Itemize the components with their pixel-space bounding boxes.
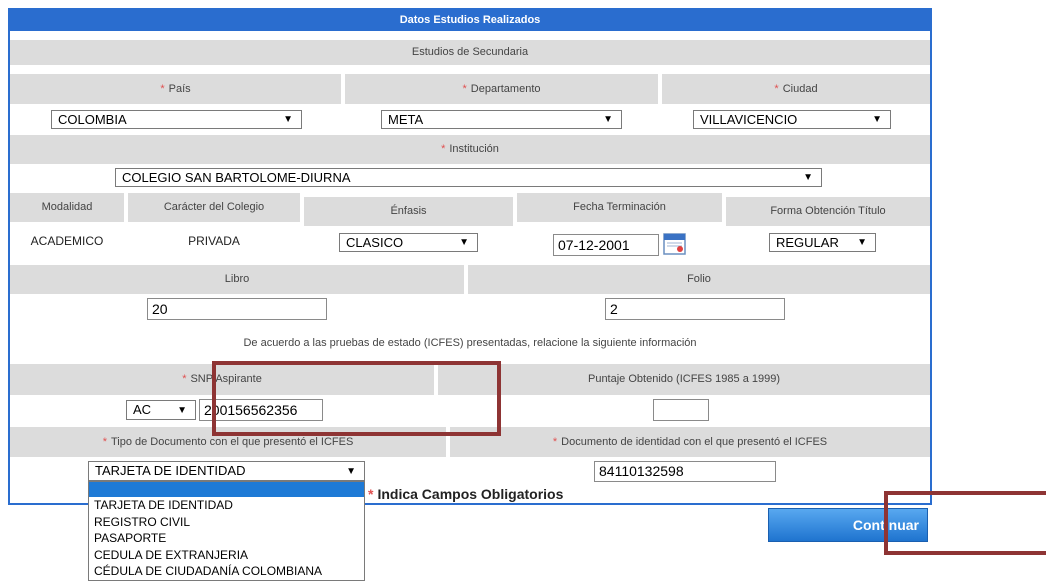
forma-label: Forma Obtención Título — [726, 197, 930, 226]
chevron-down-icon: ▼ — [459, 237, 469, 248]
pais-select[interactable]: COLOMBIA ▼ — [51, 110, 302, 129]
dropdown-option[interactable]: CÉDULA DE CIUDADANÍA COLOMBIANA — [89, 563, 364, 580]
dropdown-option[interactable]: REGISTRO CIVIL — [89, 514, 364, 531]
puntaje-label: Puntaje Obtenido (ICFES 1985 a 1999) — [438, 364, 930, 395]
icfes-note: De acuerdo a las pruebas de estado (ICFE… — [243, 337, 697, 349]
caracter-value: PRIVADA — [188, 234, 240, 248]
folio-input[interactable]: 2 — [605, 298, 785, 320]
enfasis-select[interactable]: CLASICO ▼ — [339, 233, 478, 252]
chevron-down-icon: ▼ — [346, 466, 356, 477]
pais-label: * País — [10, 74, 341, 104]
tipo-documento-select[interactable]: TARJETA DE IDENTIDAD ▼ — [88, 461, 365, 481]
folio-label: Folio — [468, 265, 930, 294]
libro-label: Libro — [10, 265, 464, 294]
ciudad-select[interactable]: VILLAVICENCIO ▼ — [693, 110, 891, 129]
highlight-box-continuar — [884, 491, 1046, 555]
institucion-label: * Institución — [10, 135, 930, 164]
ciudad-label: * Ciudad — [662, 74, 930, 104]
chevron-down-icon: ▼ — [872, 114, 882, 125]
tipo-documento-dropdown: TARJETA DE IDENTIDAD REGISTRO CIVIL PASA… — [88, 481, 365, 581]
fecha-input[interactable]: 07-12-2001 — [553, 234, 659, 256]
enfasis-label: Énfasis — [304, 197, 513, 226]
subsection-title: Estudios de Secundaria — [10, 40, 930, 65]
caracter-label: Carácter del Colegio — [128, 193, 300, 222]
obligatorios-note: * Indica Campos Obligatorios — [368, 486, 564, 502]
modalidad-label: Modalidad — [10, 193, 124, 222]
modalidad-value: ACADEMICO — [30, 234, 104, 248]
highlight-box-snp — [212, 361, 501, 436]
chevron-down-icon: ▼ — [603, 114, 613, 125]
dropdown-option-empty[interactable] — [89, 482, 364, 497]
departamento-select[interactable]: META ▼ — [381, 110, 622, 129]
institucion-select[interactable]: COLEGIO SAN BARTOLOME-DIURNA ▼ — [115, 168, 822, 187]
chevron-down-icon: ▼ — [177, 405, 187, 416]
dropdown-option[interactable]: PASAPORTE — [89, 530, 364, 547]
documento-input[interactable]: 84110132598 — [594, 461, 776, 482]
departamento-label: * Departamento — [345, 74, 658, 104]
chevron-down-icon: ▼ — [803, 172, 813, 183]
chevron-down-icon: ▼ — [857, 237, 867, 248]
snp-prefix-select[interactable]: AC ▼ — [126, 400, 196, 420]
dropdown-option[interactable]: CEDULA DE EXTRANJERIA — [89, 547, 364, 564]
chevron-down-icon: ▼ — [283, 114, 293, 125]
puntaje-input[interactable] — [653, 399, 709, 421]
forma-select[interactable]: REGULAR ▼ — [769, 233, 876, 252]
dropdown-option[interactable]: TARJETA DE IDENTIDAD — [89, 497, 364, 514]
fecha-label: Fecha Terminación — [517, 193, 722, 222]
calendar-icon[interactable] — [663, 232, 687, 256]
libro-input[interactable]: 20 — [147, 298, 327, 320]
documento-label: * Documento de identidad con el que prese… — [450, 427, 930, 457]
section-title: Datos Estudios Realizados — [10, 10, 930, 31]
